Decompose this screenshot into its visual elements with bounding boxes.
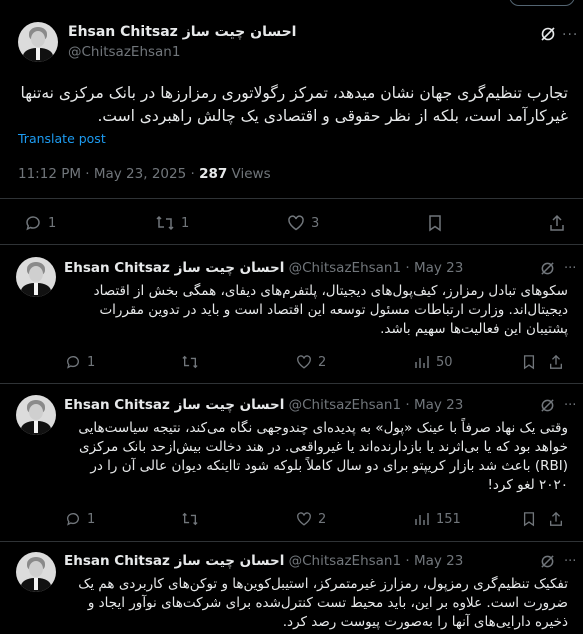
tweet-text: تجارب تنظیم‌گری جهان نشان میدهد، تمرکز ر… [20, 84, 568, 125]
bookmark-icon [523, 355, 535, 370]
timestamp: 11:12 PM · May 23, 2025 · 287 Views [18, 166, 271, 182]
reply-count: 1 [87, 511, 96, 527]
share-button[interactable] [548, 511, 564, 527]
views-icon [414, 511, 430, 527]
like-button[interactable]: 2 [296, 511, 326, 527]
reply-count: 1 [48, 215, 57, 231]
reply-button[interactable]: 1 [65, 354, 95, 370]
post-date[interactable]: May 23 [414, 260, 463, 276]
views-button[interactable]: 50 [414, 354, 453, 370]
share-button[interactable] [548, 214, 566, 232]
grok-icon[interactable] [540, 554, 555, 569]
bookmark-button[interactable] [522, 354, 536, 370]
repost-count: 1 [181, 215, 190, 231]
repost-icon [155, 214, 175, 232]
repost-button[interactable] [181, 511, 199, 527]
divider [0, 541, 583, 542]
translate-link[interactable]: Translate post [18, 131, 106, 146]
post-date[interactable]: May 23 [414, 397, 463, 413]
views-label: Views [227, 166, 271, 182]
divider [0, 383, 583, 384]
reply-text: سکوهای تبادل رمزارز، کیف‌پول‌های دیجیتال… [93, 283, 568, 337]
bookmark-icon [523, 512, 535, 527]
reply-header: Ehsan Chitsaz احسان چیت ساز @ChitsazEhsa… [64, 553, 463, 569]
like-count: 3 [311, 215, 320, 231]
reply-text: وقتی یک نهاد صرفاً با عینک «پول» به پدید… [78, 420, 568, 493]
more-icon[interactable]: ··· [564, 398, 576, 413]
reply-count: 1 [87, 354, 96, 370]
bookmark-button[interactable] [427, 214, 443, 232]
more-icon[interactable]: ··· [564, 261, 576, 276]
separator-dot: · [405, 553, 410, 569]
grok-icon[interactable] [540, 398, 555, 413]
divider [0, 198, 583, 199]
author-handle[interactable]: @ChitsazEhsan1 [68, 44, 180, 60]
avatar[interactable] [16, 395, 56, 435]
reply-header: Ehsan Chitsaz احسان چیت ساز @ChitsazEhsa… [64, 260, 463, 276]
share-icon [550, 354, 562, 369]
like-button[interactable]: 2 [296, 354, 326, 370]
repost-button[interactable]: 1 [155, 214, 189, 232]
share-icon [550, 214, 564, 231]
grok-icon[interactable] [540, 26, 556, 42]
like-count: 2 [318, 511, 327, 527]
repost-icon [182, 355, 198, 369]
author-name[interactable]: Ehsan Chitsaz احسان چیت ساز [64, 553, 284, 569]
repost-icon [182, 512, 198, 526]
reply-icon [65, 511, 81, 527]
repost-button[interactable] [181, 354, 199, 370]
author-handle[interactable]: @ChitsazEhsan1 [289, 260, 401, 276]
views-button[interactable]: 151 [414, 511, 461, 527]
views-count: 151 [436, 511, 461, 527]
author-name[interactable]: Ehsan Chitsaz احسان چیت ساز [64, 260, 284, 276]
views-count: 287 [199, 166, 228, 182]
reply-icon [24, 214, 42, 232]
author-handle[interactable]: @ChitsazEhsan1 [289, 397, 401, 413]
reply-button[interactable]: 1 [24, 214, 56, 232]
heart-icon [296, 354, 312, 370]
reply-button[interactable]: 1 [65, 511, 95, 527]
time-date[interactable]: 11:12 PM · May 23, 2025 · [18, 166, 199, 182]
separator-dot: · [405, 260, 410, 276]
reply-icon [65, 354, 81, 370]
post-date[interactable]: May 23 [414, 553, 463, 569]
reply-header: Ehsan Chitsaz احسان چیت ساز @ChitsazEhsa… [64, 397, 463, 413]
avatar[interactable] [16, 257, 56, 297]
bookmark-icon [429, 215, 441, 232]
author-handle[interactable]: @ChitsazEhsan1 [289, 553, 401, 569]
author-name[interactable]: Ehsan Chitsaz احسان چیت ساز [64, 397, 284, 413]
views-count: 50 [436, 354, 453, 370]
bookmark-button[interactable] [522, 511, 536, 527]
like-button[interactable]: 3 [287, 214, 319, 232]
more-icon[interactable]: ··· [562, 27, 578, 43]
author-name[interactable]: Ehsan Chitsaz احسان چیت ساز [68, 24, 297, 40]
avatar[interactable] [18, 22, 58, 62]
top-button-edge[interactable] [509, 0, 575, 6]
more-icon[interactable]: ··· [564, 554, 576, 569]
reply-text: تفکیک تنظیم‌گری رمزپول، رمزارز غیرمتمرکز… [78, 576, 568, 630]
separator-dot: · [405, 397, 410, 413]
grok-icon[interactable] [540, 261, 555, 276]
heart-icon [296, 511, 312, 527]
avatar[interactable] [16, 552, 56, 592]
share-button[interactable] [548, 354, 564, 370]
heart-icon [287, 214, 305, 232]
views-icon [414, 354, 430, 370]
like-count: 2 [318, 354, 327, 370]
share-icon [550, 511, 562, 526]
divider [0, 244, 583, 245]
